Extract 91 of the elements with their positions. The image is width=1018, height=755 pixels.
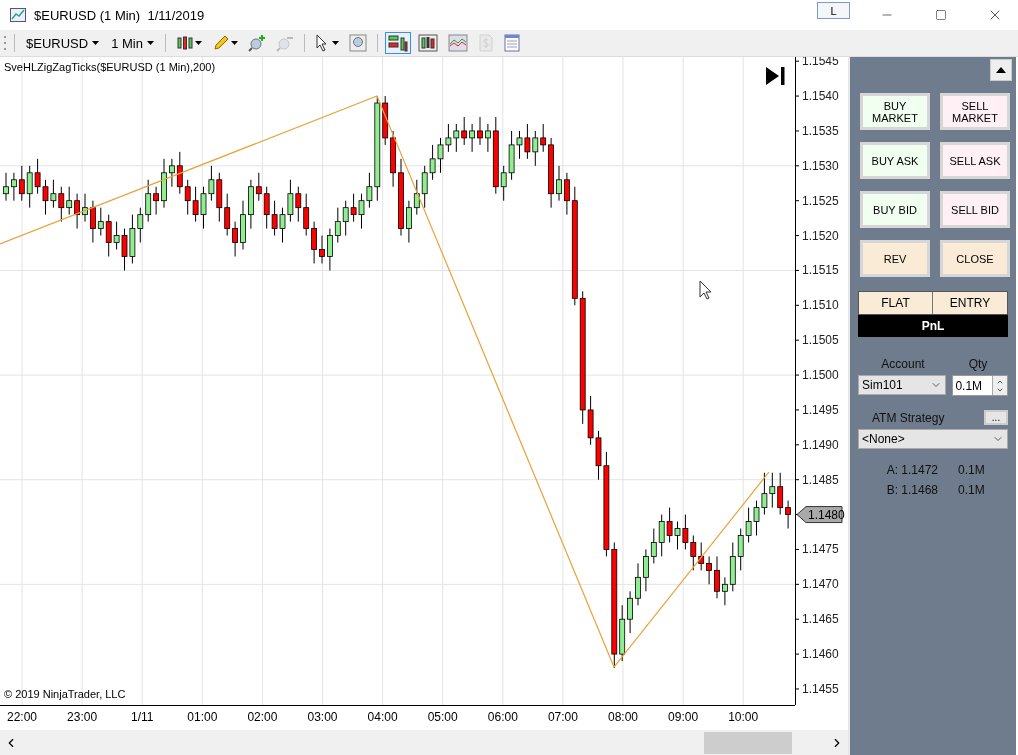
price-axis-label: 1.1535 bbox=[802, 123, 839, 138]
caret-icon bbox=[146, 41, 154, 45]
order-button[interactable]: SELL MARKET bbox=[940, 93, 1010, 130]
time-axis-label: 07:00 bbox=[547, 710, 578, 724]
chart-trader-icon bbox=[387, 34, 408, 52]
price-axis-label: 1.1470 bbox=[802, 577, 839, 592]
order-button[interactable]: CLOSE bbox=[940, 240, 1010, 277]
time-axis-label: 08:00 bbox=[608, 710, 638, 724]
price-axis-label: 1.1525 bbox=[802, 193, 839, 208]
mouse-pointer-icon bbox=[699, 280, 712, 300]
price-axis-label: 1.1490 bbox=[802, 437, 839, 452]
copyright-text: © 2019 NinjaTrader, LLC bbox=[4, 688, 126, 700]
atm-strategy-label: ATM Strategy bbox=[872, 410, 945, 425]
time-axis-label: 03:00 bbox=[307, 710, 338, 724]
candlestick bbox=[714, 555, 720, 599]
price-axis-label: 1.1530 bbox=[802, 158, 839, 173]
candlestick bbox=[319, 235, 325, 264]
time-axis-label: 23:00 bbox=[67, 710, 98, 724]
dollar-icon bbox=[477, 34, 494, 52]
candlestick bbox=[82, 193, 88, 223]
line-chart-icon bbox=[447, 34, 468, 52]
time-axis-label: 02:00 bbox=[247, 710, 278, 724]
current-price-label: 1.1480 bbox=[796, 506, 845, 524]
price-axis-label: 1.1455 bbox=[802, 681, 839, 696]
qty-label: Qty bbox=[967, 357, 989, 371]
candlestick bbox=[635, 562, 641, 606]
order-button[interactable]: REV bbox=[860, 240, 930, 277]
price-axis-label: 1.1505 bbox=[802, 333, 839, 348]
price-axis-label: 1.1485 bbox=[802, 472, 839, 487]
instrument-dropdown[interactable]: $EURUSD bbox=[22, 32, 104, 54]
window-title: $EURUSD (1 Min) 1/11/2019 bbox=[34, 7, 206, 23]
collapse-button[interactable] bbox=[990, 59, 1012, 81]
horizontal-scrollbar[interactable] bbox=[0, 730, 848, 755]
order-button[interactable]: SELL ASK bbox=[940, 142, 1010, 179]
candlestick bbox=[477, 116, 483, 146]
price-axis-label: 1.1545 bbox=[802, 57, 839, 69]
toolbar-button[interactable] bbox=[384, 32, 411, 54]
bar-chart-icon bbox=[417, 34, 438, 52]
atm-options-button[interactable]: ... bbox=[984, 410, 1008, 425]
time-axis-label: 05:00 bbox=[427, 710, 458, 724]
up-triangle-icon bbox=[996, 67, 1006, 73]
time-axis-label: 1/11 bbox=[130, 710, 154, 724]
time-axis-label: 22:00 bbox=[7, 710, 37, 724]
candlestick bbox=[3, 172, 9, 202]
account-select[interactable]: Sim101 bbox=[858, 375, 947, 395]
chart-window-icon bbox=[10, 8, 26, 22]
quote-price: A: 1.1472 bbox=[885, 463, 939, 477]
price-axis-label: 1.1495 bbox=[802, 402, 839, 417]
order-button[interactable]: BUY MARKET bbox=[860, 93, 930, 130]
pencil-icon bbox=[211, 34, 230, 52]
time-axis-label: 06:00 bbox=[487, 710, 518, 724]
position-status: FLAT bbox=[859, 292, 933, 314]
price-axis-label: 1.1500 bbox=[802, 368, 839, 383]
price-axis-label: 1.1460 bbox=[802, 647, 839, 662]
caret-icon bbox=[92, 41, 100, 45]
properties-icon bbox=[503, 34, 520, 52]
time-axis-label: 01:00 bbox=[187, 710, 218, 724]
qty-field[interactable]: 0.1M bbox=[952, 375, 1008, 396]
entry-status: ENTRY bbox=[933, 292, 1007, 314]
candlestick-icon bbox=[175, 34, 194, 52]
quote-size: 0.1M bbox=[958, 463, 986, 477]
atm-strategy-select[interactable]: <None> bbox=[858, 429, 1008, 449]
candlestick bbox=[240, 200, 246, 250]
zoom-in-icon bbox=[247, 34, 266, 52]
pnl-display: PnL bbox=[858, 315, 1008, 337]
account-label: Account bbox=[880, 357, 926, 371]
zoom-out-icon bbox=[275, 34, 294, 52]
maximize-icon bbox=[935, 9, 947, 21]
price-axis-label: 1.1515 bbox=[802, 263, 839, 278]
quote-size: 0.1M bbox=[958, 483, 986, 497]
price-axis-label: 1.1520 bbox=[802, 228, 839, 243]
indicator-label: SveHLZigZagTicks($EURUSD (1 Min),200) bbox=[4, 61, 216, 73]
order-button[interactable]: BUY ASK bbox=[860, 142, 930, 179]
toolbar-grip-icon[interactable] bbox=[4, 35, 7, 51]
jump-to-end-icon[interactable] bbox=[766, 67, 785, 85]
price-axis-label: 1.1465 bbox=[802, 612, 839, 627]
link-button[interactable]: L bbox=[817, 2, 850, 19]
order-button[interactable]: BUY BID bbox=[860, 191, 930, 228]
time-axis-label: 04:00 bbox=[367, 710, 398, 724]
interval-dropdown[interactable]: 1 Min bbox=[107, 32, 158, 54]
candlestick bbox=[556, 165, 562, 202]
time-axis-label: 09:00 bbox=[668, 710, 699, 724]
quote-price: B: 1.1468 bbox=[885, 483, 939, 497]
zoom-box-icon bbox=[348, 34, 367, 52]
time-axis-label: 10:00 bbox=[728, 710, 759, 724]
price-axis-label: 1.1540 bbox=[802, 89, 839, 104]
order-button[interactable]: SELL BID bbox=[940, 191, 1010, 228]
price-axis-label: 1.1510 bbox=[802, 298, 839, 313]
candlestick bbox=[161, 158, 167, 209]
scrollbar-thumb[interactable] bbox=[704, 731, 792, 754]
price-axis-label: 1.1475 bbox=[802, 542, 839, 557]
